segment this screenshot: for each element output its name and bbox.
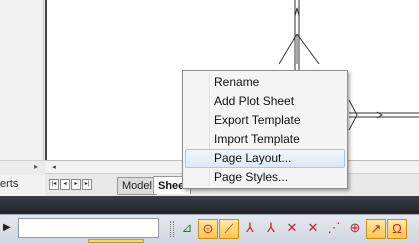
next-sheet-icon[interactable]: ▸	[71, 179, 81, 190]
menu-item-page-styles[interactable]: Page Styles...	[185, 168, 345, 187]
toolbar-grip[interactable]	[170, 221, 174, 237]
snap-intersection-icon[interactable]: ✕	[282, 219, 302, 239]
menu-item-export-template[interactable]: Export Template	[185, 111, 345, 130]
snap-grid-icon[interactable]: ⊿	[177, 219, 197, 239]
command-toolbar: ▶ ⊿ ⊙ ⟋ ⅄ ⅄ ✕ ✕ ⋰ ⊕ ↗ Ω	[0, 214, 419, 244]
command-prompt-icon: ▶	[3, 222, 11, 233]
toolbar-bottom-tab[interactable]	[88, 239, 144, 243]
panel-divider[interactable]	[43, 0, 44, 160]
command-input[interactable]	[18, 218, 159, 238]
triangle-right-icon[interactable]: ▸	[30, 160, 42, 174]
tab-model[interactable]: Model	[117, 177, 157, 195]
status-band	[0, 196, 419, 214]
first-sheet-icon[interactable]: |◂	[49, 179, 59, 190]
snap-line-icon[interactable]: ⟋	[219, 219, 239, 239]
left-panel-label[interactable]: erts	[0, 177, 36, 191]
context-menu: Rename Add Plot Sheet Export Template Im…	[182, 70, 348, 189]
snap-extension-icon[interactable]: ⋰	[324, 219, 344, 239]
snap-perpendicular-icon[interactable]: ⅄	[261, 219, 281, 239]
menu-item-page-layout[interactable]: Page Layout...	[185, 149, 345, 168]
menu-item-add-plot-sheet[interactable]: Add Plot Sheet	[185, 92, 345, 111]
menu-item-import-template[interactable]: Import Template	[185, 130, 345, 149]
snap-quadrant-icon[interactable]: Ω	[387, 219, 407, 239]
snap-tangent-icon[interactable]: ⅄	[240, 219, 260, 239]
menu-item-rename[interactable]: Rename	[185, 73, 345, 92]
snap-center-icon[interactable]: ⊙	[198, 219, 218, 239]
snap-nearest-icon[interactable]: ↗	[366, 219, 386, 239]
previous-sheet-icon[interactable]: ◂	[60, 179, 70, 190]
snap-apparent-intersection-icon[interactable]: ✕	[303, 219, 323, 239]
snap-node-icon[interactable]: ⊕	[345, 219, 365, 239]
last-sheet-icon[interactable]: ▸|	[82, 179, 92, 190]
